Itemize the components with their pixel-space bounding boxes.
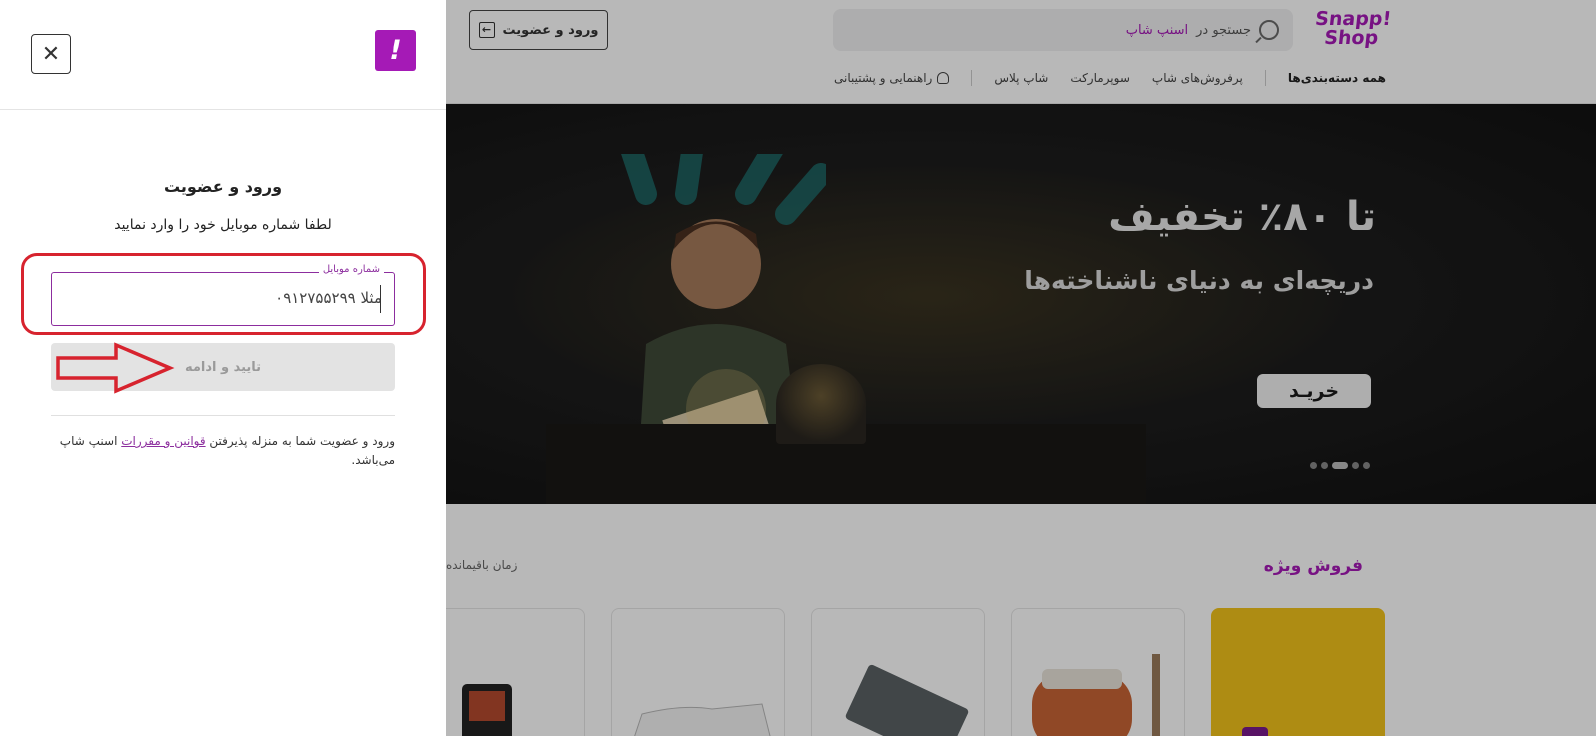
annotation-highlight-ring [21, 253, 426, 335]
login-drawer: ✕ ! ورود و عضویت لطفا شماره موبایل خود ر… [0, 0, 446, 736]
terms-notice: ورود و عضویت شما به منزله پذیرفتن قوانین… [51, 432, 395, 470]
annotation-arrow-icon [56, 342, 175, 394]
close-icon: ✕ [41, 41, 61, 67]
drawer-divider [51, 415, 395, 416]
login-description: لطفا شماره موبایل خود را وارد نمایید [114, 217, 332, 233]
snappshop-brand-icon: ! [375, 30, 416, 71]
terms-prefix: ورود و عضویت شما به منزله پذیرفتن [209, 434, 395, 448]
terms-link[interactable]: قوانین و مقررات [121, 434, 205, 448]
login-title: ورود و عضویت [163, 177, 283, 196]
close-button[interactable]: ✕ [31, 34, 71, 74]
drawer-header: ✕ ! [0, 0, 446, 110]
